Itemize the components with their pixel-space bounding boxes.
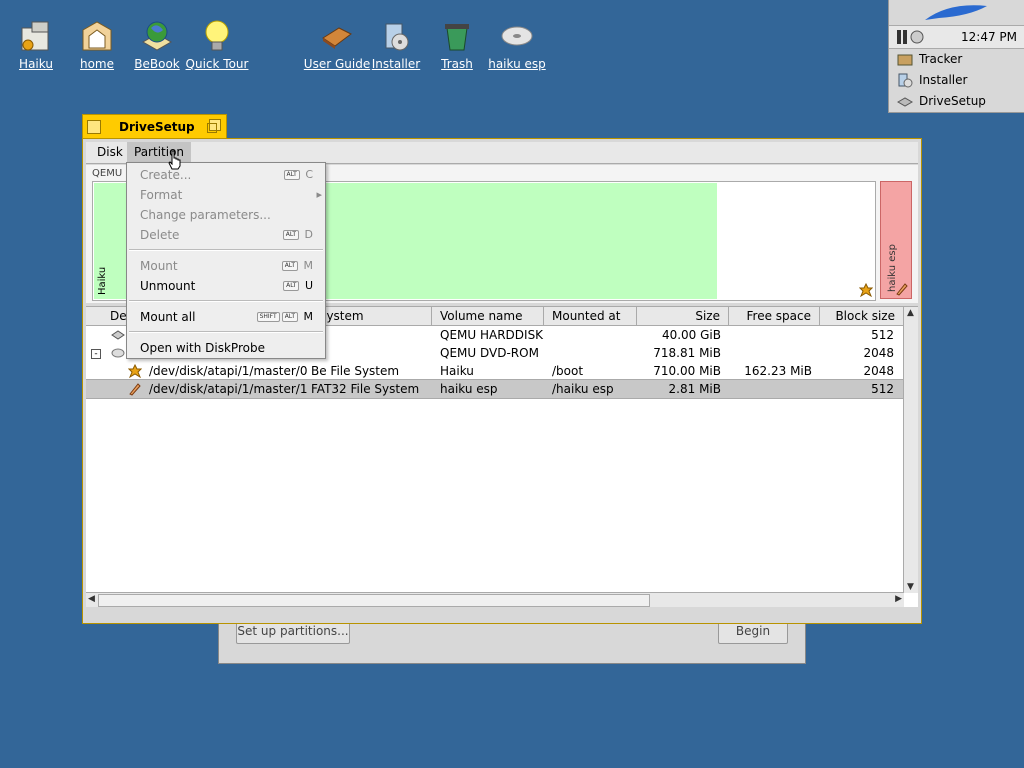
- horizontal-scroll-thumb[interactable]: [98, 594, 650, 607]
- scroll-right-arrow-icon[interactable]: ▶: [895, 594, 902, 604]
- partition-menu: Create... ALT C Format ▸ Change paramete…: [126, 162, 326, 359]
- menu-bar: Disk Partition: [86, 142, 918, 164]
- cell-size: 40.00 GiB: [661, 328, 721, 342]
- tray-status-icon[interactable]: [895, 26, 935, 48]
- collapse-toggle[interactable]: -: [91, 349, 101, 359]
- deskbar-clock[interactable]: 12:47 PM: [961, 30, 1017, 44]
- desktop-icon-quick-tour[interactable]: Quick Tour: [181, 18, 253, 71]
- column-header-size[interactable]: Size: [637, 307, 729, 325]
- hand-cursor-icon: [168, 150, 181, 170]
- drivesetup-icon: [896, 94, 914, 109]
- deskbar-menu-leaf[interactable]: [889, 0, 1024, 26]
- partition-label: Haiku: [97, 266, 108, 295]
- cell-size: 2.81 MiB: [668, 382, 721, 396]
- installer-icon: [378, 18, 414, 54]
- desktop-icon-label: haiku esp: [488, 57, 546, 71]
- cell-device: /dev/disk/atapi/1/master/1: [149, 382, 308, 396]
- menu-separator: [129, 300, 323, 302]
- deskbar-app-label: Tracker: [919, 52, 963, 66]
- menu-item-mount[interactable]: Mount ALT M: [127, 256, 325, 276]
- disk-map-label: QEMU: [92, 168, 123, 179]
- fat-partition-icon: [896, 283, 908, 296]
- menu-item-mount-all[interactable]: Mount all SHIFT ALT M: [127, 307, 325, 327]
- column-header-free[interactable]: Free space: [729, 307, 820, 325]
- fat-partition-icon: [128, 382, 142, 396]
- cd-disk-icon: [499, 18, 535, 54]
- scroll-down-arrow-icon[interactable]: ▼: [907, 582, 914, 592]
- menu-item-open-with-diskprobe[interactable]: Open with DiskProbe: [127, 338, 325, 358]
- haiku-leaf-icon: [859, 283, 873, 297]
- window-title: DriveSetup: [119, 120, 195, 134]
- cell-block: 2048: [863, 364, 894, 378]
- desktop-icon-label: Quick Tour: [185, 57, 249, 71]
- menu-separator: [129, 249, 323, 251]
- scroll-left-arrow-icon[interactable]: ◀: [88, 594, 95, 604]
- installer-icon: [897, 73, 913, 88]
- submenu-arrow-icon: ▸: [316, 188, 322, 201]
- deskbar-app-label: Installer: [919, 73, 968, 87]
- horizontal-scrollbar[interactable]: ◀ ▶: [86, 592, 904, 607]
- cell-mounted: /haiku esp: [552, 382, 614, 396]
- window-tab[interactable]: DriveSetup: [82, 114, 227, 139]
- menu-separator: [129, 331, 323, 333]
- menu-item-unmount[interactable]: Unmount ALT U: [127, 276, 325, 296]
- vertical-scrollbar[interactable]: ▲ ▼: [903, 307, 918, 593]
- leaf-logo-icon: [925, 5, 987, 20]
- zoom-box-inner: [207, 123, 217, 133]
- close-box-icon[interactable]: [87, 120, 101, 134]
- lightbulb-icon: [199, 18, 235, 54]
- tracker-icon: [897, 52, 913, 67]
- cell-volume: Haiku: [440, 364, 474, 378]
- scroll-up-arrow-icon[interactable]: ▲: [907, 308, 914, 318]
- menu-item-delete[interactable]: Delete ALT D: [127, 225, 325, 245]
- cell-size: 718.81 MiB: [653, 346, 721, 360]
- haiku-disk-icon: [18, 18, 54, 54]
- cell-mounted: /boot: [552, 364, 584, 378]
- table-row[interactable]: /dev/disk/atapi/1/master/0 Be File Syste…: [86, 362, 904, 380]
- bebook-icon: [139, 18, 175, 54]
- haiku-leaf-icon: [127, 363, 143, 379]
- cell-filesystem: FAT32 File System: [311, 382, 420, 396]
- cell-block: 512: [871, 382, 894, 396]
- home-folder-icon: [79, 18, 115, 54]
- disk-map-partition-haiku-esp[interactable]: haiku esp: [880, 181, 912, 299]
- book-icon: [319, 18, 355, 54]
- cell-volume: QEMU DVD-ROM: [440, 346, 539, 360]
- harddisk-icon: [111, 328, 125, 342]
- cell-filesystem: Be File System: [311, 364, 400, 378]
- deskbar-app-installer[interactable]: Installer: [889, 70, 1024, 91]
- cell-volume: haiku esp: [440, 382, 498, 396]
- deskbar-app-label: DriveSetup: [919, 94, 986, 108]
- deskbar-app-drivesetup[interactable]: DriveSetup: [889, 91, 1024, 112]
- table-row-selected[interactable]: /dev/disk/atapi/1/master/1 FAT32 File Sy…: [86, 379, 904, 399]
- deskbar-app-tracker[interactable]: Tracker: [889, 49, 1024, 70]
- cell-block: 2048: [863, 346, 894, 360]
- desktop-icon-haiku-esp[interactable]: haiku esp: [481, 18, 553, 71]
- column-header-block[interactable]: Block size: [820, 307, 904, 325]
- cell-volume: QEMU HARDDISK: [440, 328, 544, 342]
- cell-free: 162.23 MiB: [744, 364, 812, 378]
- trash-icon: [439, 18, 475, 54]
- cell-size: 710.00 MiB: [653, 364, 721, 378]
- column-header-mounted[interactable]: Mounted at: [544, 307, 637, 325]
- menu-item-create[interactable]: Create... ALT C: [127, 165, 325, 185]
- cell-block: 512: [871, 328, 894, 342]
- cdrom-icon: [111, 346, 125, 360]
- column-header-volume[interactable]: Volume name: [432, 307, 544, 325]
- menu-item-change-parameters[interactable]: Change parameters...: [127, 205, 325, 225]
- menu-disk[interactable]: Disk: [90, 142, 130, 163]
- deskbar-tray: 12:47 PM: [889, 26, 1024, 49]
- menu-item-format[interactable]: Format ▸: [127, 185, 325, 205]
- cell-device: /dev/disk/atapi/1/master/0: [149, 364, 308, 378]
- deskbar: 12:47 PM Tracker Installer DriveSetup: [888, 0, 1024, 113]
